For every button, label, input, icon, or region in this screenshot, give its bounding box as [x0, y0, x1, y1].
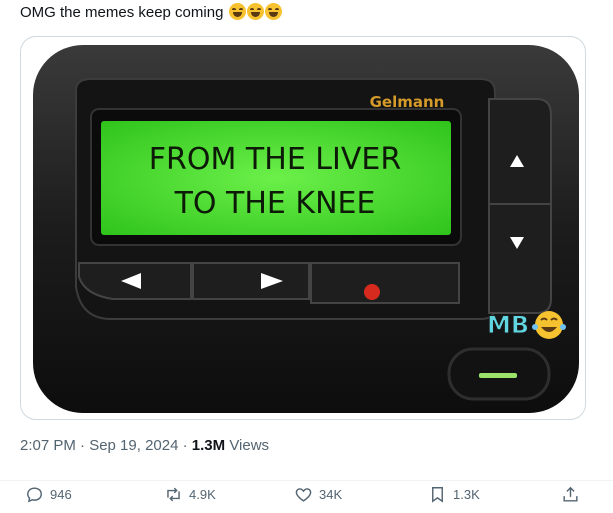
bookmark-icon [432, 487, 443, 503]
repost-count: 4.9K [189, 487, 216, 502]
tweet-media[interactable]: Gelmann FROM THE LIVER TO THE KNEE MB [20, 36, 586, 420]
tweet-text-row: OMG the memes keep coming [20, 3, 282, 23]
action-bar: 946 4.9K 34K 1.3K [0, 480, 613, 510]
like-count: 34K [319, 487, 343, 502]
reply-count: 946 [50, 487, 72, 502]
share-icon [563, 486, 578, 502]
right-arrow-button [192, 262, 310, 300]
light-bar [479, 373, 517, 378]
joy-emoji-icon [246, 3, 264, 20]
dot-button [310, 262, 460, 304]
joy-emoji-icon [264, 3, 282, 20]
repost-button[interactable]: 4.9K [164, 485, 216, 504]
tweet-text: OMG the memes keep coming [20, 4, 224, 21]
views-count: 1.3M [191, 437, 226, 454]
reply-icon [27, 487, 42, 503]
screen-line-1: FROM THE LIVER [149, 142, 401, 177]
brand-logo: Gelmann [370, 93, 445, 111]
screen-line-2: TO THE KNEE [174, 186, 376, 221]
bookmark-button[interactable]: 1.3K [428, 485, 480, 504]
bookmark-count: 1.3K [453, 487, 480, 502]
share-button[interactable] [561, 485, 580, 504]
meta-separator: · [182, 437, 188, 454]
pager-image: Gelmann FROM THE LIVER TO THE KNEE MB [33, 45, 579, 413]
tweet-meta: 2:07 PM · Sep 19, 2024 · 1.3M Views [20, 437, 269, 454]
red-dot-icon [364, 284, 380, 300]
heart-icon [295, 488, 312, 502]
joy-emoji-icon [535, 311, 563, 339]
repost-icon [167, 487, 180, 502]
watermark-mb: MB [487, 311, 529, 339]
joy-emoji-icon [228, 3, 246, 20]
views-label: Views [229, 437, 270, 454]
right-button-panel [488, 98, 552, 314]
like-button[interactable]: 34K [294, 485, 342, 504]
reply-button[interactable]: 946 [25, 485, 72, 504]
timestamp[interactable]: 2:07 PM · Sep 19, 2024 [20, 437, 178, 454]
